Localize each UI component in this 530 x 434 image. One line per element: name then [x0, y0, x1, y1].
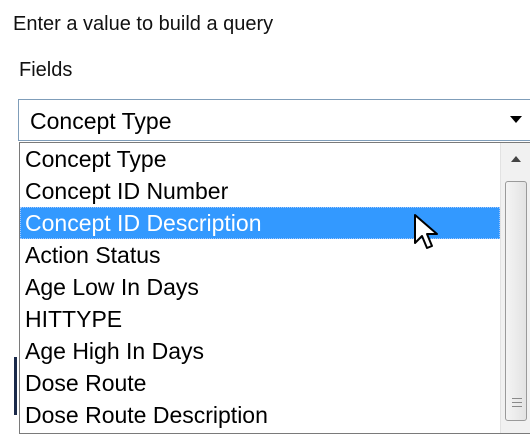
list-item-concept-id-number[interactable]: Concept ID Number [20, 175, 500, 207]
thumb-grip-line [512, 398, 522, 399]
scroll-up-button[interactable] [501, 143, 530, 177]
thumb-grip-line [512, 402, 522, 403]
list-item-dose-route-description[interactable]: Dose Route Description [20, 399, 500, 431]
mouse-pointer-icon [414, 214, 438, 249]
dropdown-arrow-icon[interactable] [510, 116, 522, 123]
background-window-edge [14, 357, 17, 415]
list-item-hittype[interactable]: HITTYPE [20, 303, 500, 335]
fields-select[interactable]: Concept Type [18, 99, 530, 141]
thumb-grip-line [512, 406, 522, 407]
query-instruction: Enter a value to build a query [13, 13, 274, 35]
list-item-dose-route[interactable]: Dose Route [20, 367, 500, 399]
fields-select-value: Concept Type [30, 108, 172, 134]
list-item-age-low-in-days[interactable]: Age Low In Days [20, 271, 500, 303]
scrollbar-thumb[interactable] [505, 181, 527, 421]
fields-label: Fields [19, 59, 73, 81]
list-item-concept-type[interactable]: Concept Type [20, 143, 500, 175]
fields-dropdown-list[interactable]: Concept Type Concept ID Number Concept I… [19, 142, 530, 434]
list-item-age-high-in-days[interactable]: Age High In Days [20, 335, 500, 367]
scroll-up-arrow-icon [511, 156, 521, 162]
dropdown-scrollbar[interactable] [500, 143, 530, 433]
